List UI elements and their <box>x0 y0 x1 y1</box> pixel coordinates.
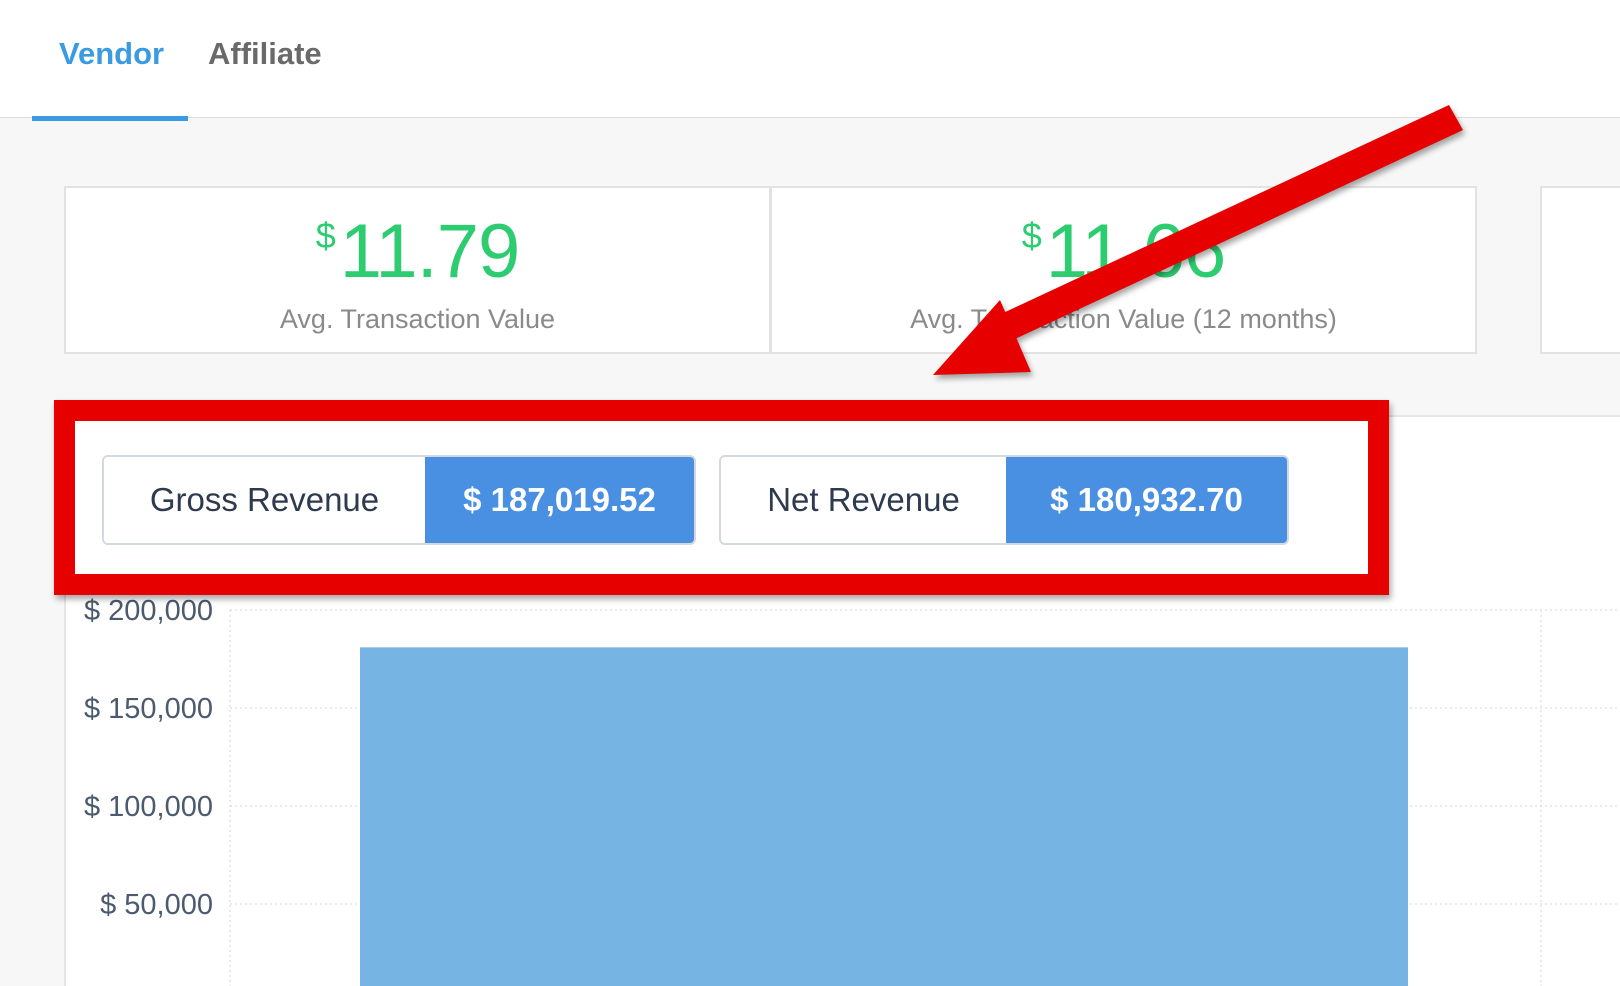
revenue-bar[interactable] <box>360 647 1408 986</box>
y-tick-label: $ 150,000 <box>84 693 213 725</box>
y-tick-label: $ 200,000 <box>84 595 213 627</box>
y-tick-label: $ 100,000 <box>84 791 213 823</box>
highlight-annotation-box <box>54 400 1389 595</box>
y-tick-label: $ 50,000 <box>100 889 213 921</box>
